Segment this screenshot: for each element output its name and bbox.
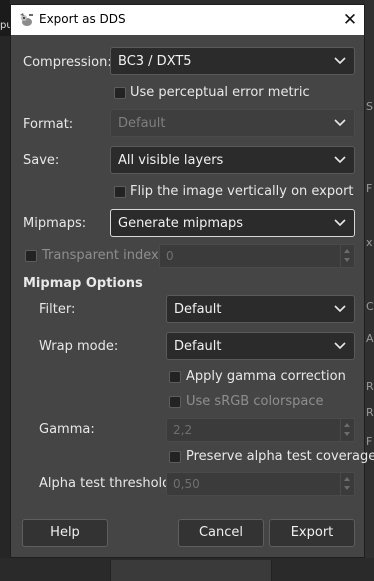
gamma-label: Gamma:: [39, 422, 95, 437]
wrap-mode-select[interactable]: Default: [166, 332, 355, 360]
preserve-alpha-label: Preserve alpha test coverage: [186, 449, 374, 464]
format-value: Default: [118, 116, 166, 131]
close-button[interactable]: ✕: [339, 9, 361, 31]
background-bottom-panel: [110, 560, 272, 581]
transparent-index-value: 0: [166, 249, 174, 263]
spinner-arrows[interactable]: [340, 245, 354, 267]
gamma-correction-checkbox[interactable]: [169, 371, 181, 383]
filter-value: Default: [174, 302, 222, 317]
alpha-threshold-value: 0,50: [173, 477, 200, 491]
background-right-letter: S: [366, 100, 373, 113]
wrap-mode-label: Wrap mode:: [39, 339, 119, 354]
filter-label: Filter:: [39, 302, 76, 317]
chevron-down-icon: [334, 57, 346, 65]
srgb-checkbox[interactable]: [169, 396, 181, 408]
save-value: All visible layers: [118, 153, 224, 168]
background-right-letter: x: [366, 236, 373, 249]
cancel-button[interactable]: Cancel: [178, 519, 264, 547]
chevron-down-icon: [334, 119, 346, 127]
background-right-letter: A: [366, 332, 374, 345]
format-label: Format:: [23, 117, 74, 132]
save-label: Save:: [23, 153, 60, 168]
transparent-index-spinner[interactable]: 0: [159, 244, 355, 268]
flip-label: Flip the image vertically on export: [130, 184, 354, 199]
compression-select[interactable]: BC3 / DXT5: [110, 47, 355, 75]
chevron-down-icon: [334, 156, 346, 164]
alpha-threshold-spinner[interactable]: 0,50: [166, 472, 355, 496]
transparent-index-checkbox[interactable]: [25, 250, 37, 262]
flip-checkbox[interactable]: [114, 186, 126, 198]
background-right-letter: R: [366, 380, 374, 393]
chevron-down-icon: [334, 305, 346, 313]
srgb-label: Use sRGB colorspace: [186, 394, 324, 409]
background-right-letter: R: [366, 406, 374, 419]
spinner-arrows[interactable]: [340, 419, 354, 441]
format-select[interactable]: Default: [110, 109, 355, 137]
close-icon: ✕: [342, 10, 358, 30]
background-right-letter: C: [366, 300, 374, 313]
compression-label: Compression:: [23, 55, 112, 70]
window-title: Export as DDS: [39, 12, 126, 26]
chevron-down-icon: [334, 342, 346, 350]
gimp-wilber-icon: [20, 13, 33, 26]
export-dds-dialog: Export as DDS ✕ Compression: BC3 / DXT5 …: [10, 4, 374, 558]
compression-value: BC3 / DXT5: [118, 54, 192, 69]
wrap-mode-value: Default: [174, 339, 222, 354]
mipmaps-label: Mipmaps:: [23, 216, 87, 231]
gamma-value: 2,2: [173, 423, 193, 437]
export-button[interactable]: Export: [269, 519, 355, 547]
background-right-letter: F: [366, 182, 373, 195]
mipmaps-value: Generate mipmaps: [118, 216, 244, 231]
background-left-panel: [0, 0, 10, 581]
save-select[interactable]: All visible layers: [110, 146, 355, 174]
background-right-panel: [365, 0, 374, 581]
perceptual-label: Use perceptual error metric: [130, 85, 310, 100]
alpha-threshold-label: Alpha test threshold:: [39, 476, 175, 491]
mipmap-options-heading: Mipmap Options: [23, 276, 143, 291]
filter-select[interactable]: Default: [166, 295, 355, 323]
background-right-letter: F: [366, 435, 373, 448]
help-button[interactable]: Help: [22, 519, 108, 547]
preserve-alpha-checkbox[interactable]: [169, 451, 181, 463]
gamma-correction-label: Apply gamma correction: [186, 369, 346, 384]
gamma-spinner[interactable]: 2,2: [166, 418, 355, 442]
transparent-index-label: Transparent index:: [42, 248, 164, 263]
background-left-header: pu: [0, 0, 13, 36]
perceptual-checkbox[interactable]: [114, 87, 126, 99]
title-bar[interactable]: Export as DDS ✕: [11, 5, 364, 35]
mipmaps-select[interactable]: Generate mipmaps: [110, 209, 355, 237]
spinner-arrows[interactable]: [340, 473, 354, 495]
chevron-down-icon: [334, 219, 346, 227]
